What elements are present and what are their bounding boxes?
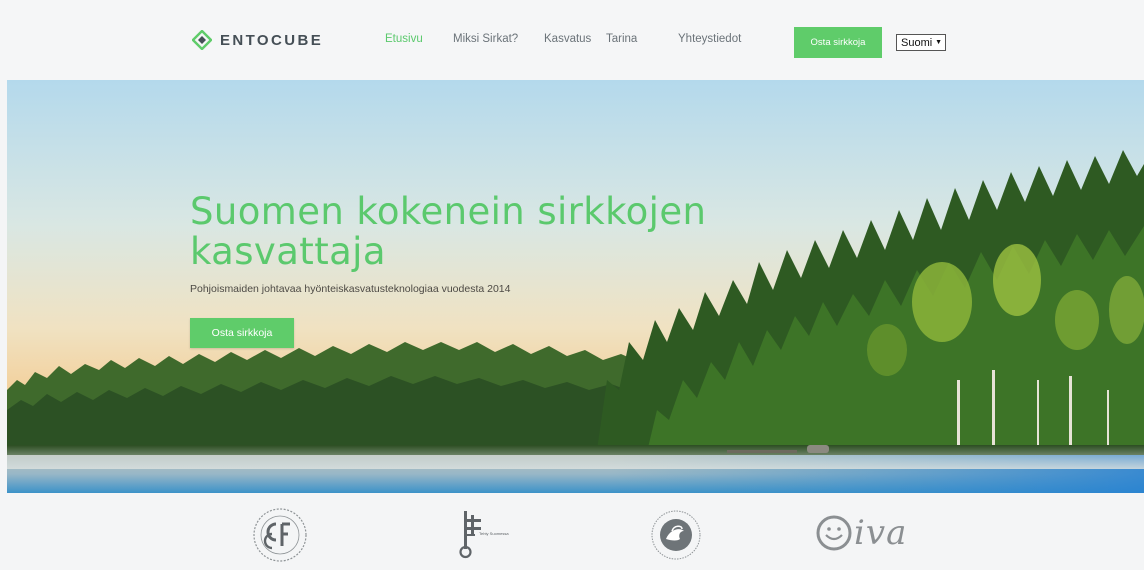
nav-tarina[interactable]: Tarina: [606, 33, 637, 45]
nav-miksi-sirkat[interactable]: Miksi Sirkat?: [453, 33, 518, 45]
nav-kasvatus[interactable]: Kasvatus: [544, 33, 591, 45]
language-value: Suomi: [901, 36, 933, 49]
site-header: ENTOCUBE Etusivu Miksi Sirkat? Kasvatus …: [0, 0, 1144, 80]
header-buy-button[interactable]: Osta sirkkoja: [794, 27, 882, 58]
cef-seal-logo[interactable]: [252, 507, 308, 567]
swan-label-icon: [651, 510, 701, 560]
language-select[interactable]: Suomi ▼: [896, 34, 946, 51]
swan-label-logo[interactable]: [650, 509, 702, 565]
key-flag-icon: Tehty Suomessa: [459, 511, 509, 559]
hero-buy-button[interactable]: Osta sirkkoja: [190, 318, 294, 348]
main-nav: Etusivu Miksi Sirkat? Kasvatus Tarina Yh…: [0, 33, 1144, 53]
hero-title: Suomen kokenein sirkkojen kasvattaja: [190, 190, 707, 273]
partner-logos: Tehty Suomessa iva: [0, 493, 1144, 570]
lake-forest-background-image: [7, 80, 1144, 493]
nav-yhteystiedot[interactable]: Yhteystiedot: [678, 33, 741, 45]
oiva-smiley-icon: [816, 515, 852, 551]
oiva-logo[interactable]: iva: [814, 513, 907, 553]
key-flag-logo[interactable]: Tehty Suomessa: [455, 507, 515, 563]
key-flag-caption: Tehty Suomessa: [479, 531, 509, 536]
dropdown-arrow-icon: ▼: [935, 39, 942, 46]
hero-section: Suomen kokenein sirkkojen kasvattaja Poh…: [7, 80, 1144, 493]
oiva-text: iva: [854, 513, 908, 553]
hero-subtitle: Pohjoismaiden johtavaa hyönteiskasvatust…: [190, 283, 511, 295]
circular-seal-icon: [253, 508, 307, 562]
nav-etusivu[interactable]: Etusivu: [385, 33, 423, 45]
